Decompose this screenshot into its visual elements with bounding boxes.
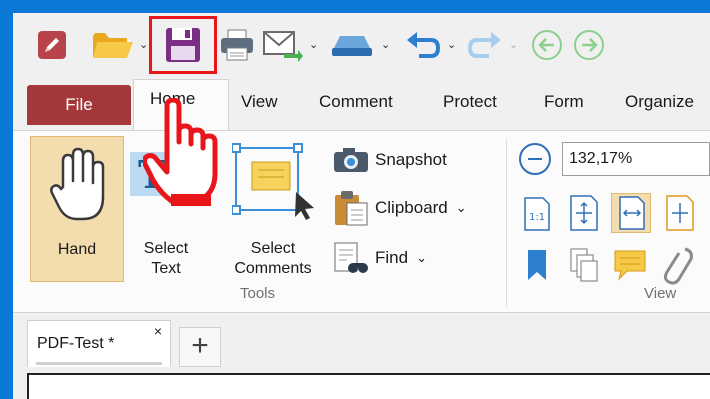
zoom-out-button[interactable] <box>519 143 551 175</box>
document-tab[interactable]: PDF-Test * × <box>27 320 171 367</box>
undo-dropdown-chevron-icon[interactable]: ⌄ <box>447 40 456 51</box>
find-chevron-icon: ⌄ <box>416 250 427 265</box>
pdf-editor-window: ⌄ ⌄ ⌄ ⌄ ⌄ File Hom <box>13 13 710 399</box>
select-comments-label-2: Comments <box>234 260 312 277</box>
hand-tool-button[interactable]: Hand <box>30 136 124 282</box>
actual-size-icon[interactable]: 1:1 <box>523 197 551 231</box>
clipboard-icon <box>335 191 368 226</box>
menu-tab-bar: File Home View Comment Protect Form Orga… <box>13 77 710 131</box>
scanner-icon <box>332 36 372 56</box>
open-folder-button[interactable] <box>89 25 137 65</box>
snapshot-button[interactable]: Snapshot <box>333 147 447 173</box>
document-tab-title: PDF-Test * <box>37 335 115 352</box>
pointing-hand-cursor-icon <box>143 98 218 206</box>
folder-icon <box>93 33 133 58</box>
snapshot-label: Snapshot <box>375 150 447 169</box>
fit-visible-icon[interactable] <box>665 195 695 231</box>
tab-form[interactable]: Form <box>544 89 584 115</box>
clipboard-button[interactable]: Clipboard ⌄ <box>333 189 467 227</box>
redo-dropdown-chevron-icon[interactable]: ⌄ <box>509 40 518 51</box>
zoom-level-input[interactable]: 132,17% <box>562 142 710 176</box>
tab-protect[interactable]: Protect <box>443 89 497 115</box>
redo-arrow-icon <box>467 32 501 58</box>
redo-button[interactable] <box>465 25 505 65</box>
undo-button[interactable] <box>403 25 443 65</box>
window-frame-top <box>0 0 710 13</box>
app-pen-icon[interactable] <box>35 25 69 65</box>
find-label: Find <box>375 248 409 267</box>
back-button[interactable] <box>527 25 567 65</box>
hand-icon <box>50 147 105 221</box>
view-group-label: View <box>644 285 677 302</box>
tab-comment[interactable]: Comment <box>319 89 393 115</box>
home-ribbon: Hand T Select Text Select Comments <box>13 130 710 313</box>
tools-group-label: Tools <box>240 285 276 302</box>
pages-panel-icon[interactable] <box>569 247 599 283</box>
window-frame-left <box>0 0 13 399</box>
document-tab-bar: PDF-Test * × + <box>13 313 710 373</box>
email-button[interactable] <box>261 25 305 65</box>
back-circle-icon <box>532 30 562 60</box>
tab-organize[interactable]: Organize <box>625 89 694 115</box>
envelope-icon <box>263 31 303 62</box>
forward-button[interactable] <box>569 25 609 65</box>
select-text-label-2: Text <box>151 260 181 277</box>
forward-circle-icon <box>574 30 604 60</box>
scan-dropdown-chevron-icon[interactable]: ⌄ <box>381 40 390 51</box>
select-comments-button[interactable]: Select Comments <box>218 136 328 282</box>
fit-page-icon[interactable] <box>569 195 599 231</box>
close-tab-icon[interactable]: × <box>154 323 162 339</box>
camera-icon <box>334 148 368 172</box>
undo-arrow-icon <box>407 32 441 58</box>
comments-panel-icon[interactable] <box>613 249 647 281</box>
open-dropdown-chevron-icon[interactable]: ⌄ <box>139 40 148 51</box>
tab-view[interactable]: View <box>241 89 278 115</box>
document-canvas[interactable] <box>27 373 710 399</box>
print-button[interactable] <box>217 25 257 65</box>
find-binoculars-icon <box>334 242 368 273</box>
fit-width-button[interactable] <box>611 193 651 233</box>
ribbon-group-separator <box>506 139 507 307</box>
tab-file[interactable]: File <box>27 85 131 125</box>
save-highlight-frame <box>149 16 217 74</box>
fit-width-icon <box>619 196 645 230</box>
select-text-label-1: Select <box>143 240 189 257</box>
clipboard-label: Clipboard <box>375 198 448 217</box>
clipboard-chevron-icon: ⌄ <box>455 200 467 215</box>
svg-text:1:1: 1:1 <box>529 212 545 223</box>
printer-icon <box>221 29 253 61</box>
scan-button[interactable] <box>327 25 377 65</box>
quick-access-toolbar: ⌄ ⌄ ⌄ ⌄ ⌄ <box>13 13 710 77</box>
new-tab-button[interactable]: + <box>179 327 221 367</box>
attachments-paperclip-icon[interactable] <box>661 245 697 285</box>
email-dropdown-chevron-icon[interactable]: ⌄ <box>309 40 318 51</box>
select-comments-label-1: Select <box>250 240 296 257</box>
active-tab-indicator <box>36 362 162 365</box>
bookmarks-icon[interactable] <box>527 249 547 281</box>
hand-tool-label: Hand <box>57 241 97 258</box>
find-button[interactable]: Find ⌄ <box>333 241 427 275</box>
comments-selection-icon <box>232 143 314 220</box>
